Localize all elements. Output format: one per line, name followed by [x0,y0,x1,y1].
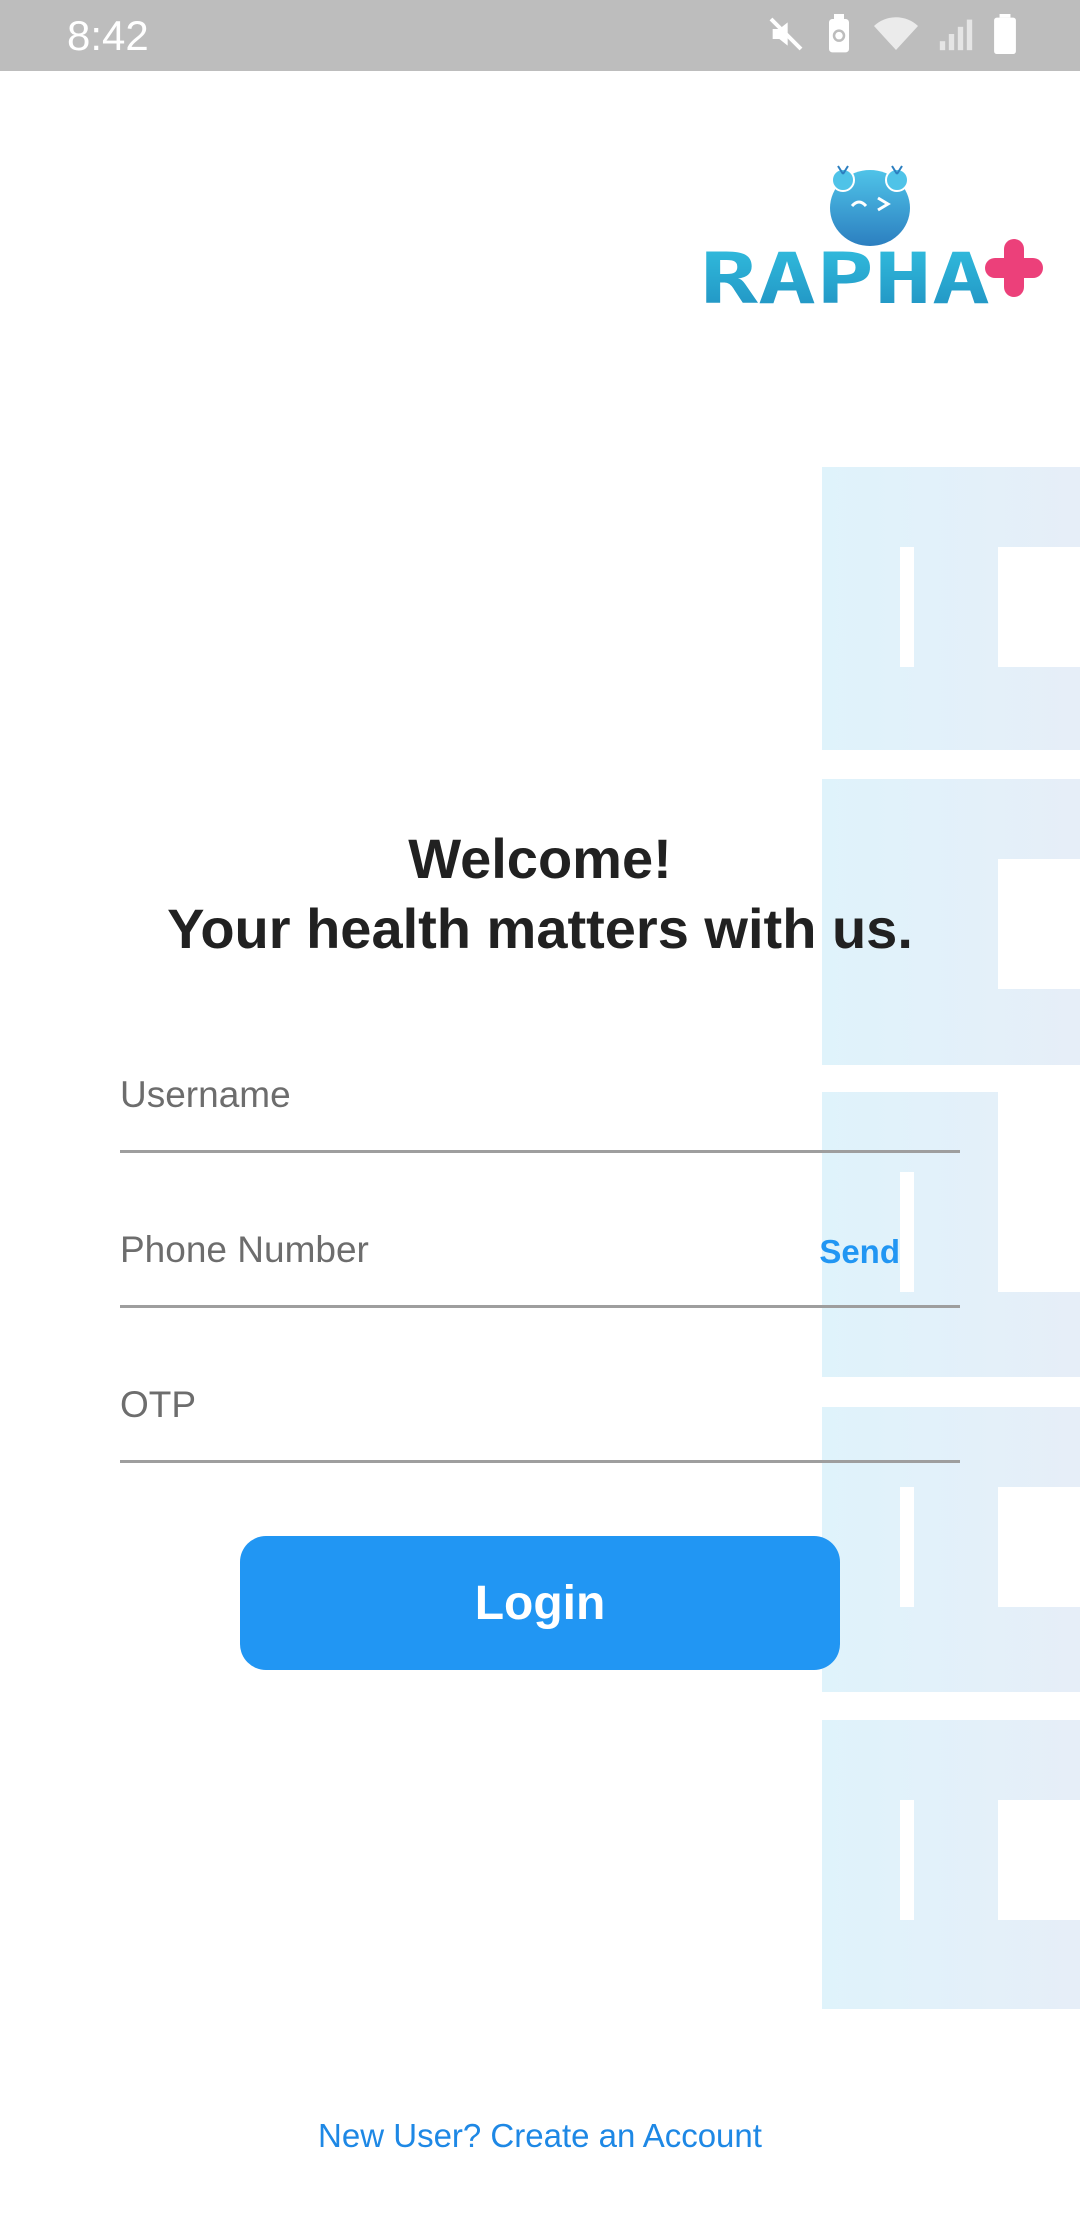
plus-icon [985,239,1043,297]
mute-icon [766,14,806,54]
status-icons [766,14,1018,54]
logo-wordmark: RAPHA [700,238,990,313]
welcome-heading: Welcome! Your health matters with us. [0,824,1080,964]
create-account-link[interactable]: New User? Create an Account [0,2117,1080,2155]
otp-field [120,1350,960,1463]
robot-mascot-icon [830,165,910,246]
welcome-line-1: Welcome! [408,827,672,890]
wifi-icon [872,14,920,54]
signal-icon [938,14,974,54]
status-time: 8:42 [67,12,149,59]
phone-field: Send [120,1195,960,1308]
otp-input[interactable] [120,1370,960,1440]
rapha-logo: RAPHA [700,158,1045,320]
battery-saver-icon [824,14,854,54]
send-otp-button[interactable]: Send [819,1233,900,1271]
username-input[interactable] [120,1060,960,1130]
battery-icon [992,14,1018,54]
username-field [120,1040,960,1153]
welcome-line-2: Your health matters with us. [167,897,913,960]
login-button[interactable]: Login [240,1536,840,1670]
status-bar: 8:42 [0,0,1080,71]
